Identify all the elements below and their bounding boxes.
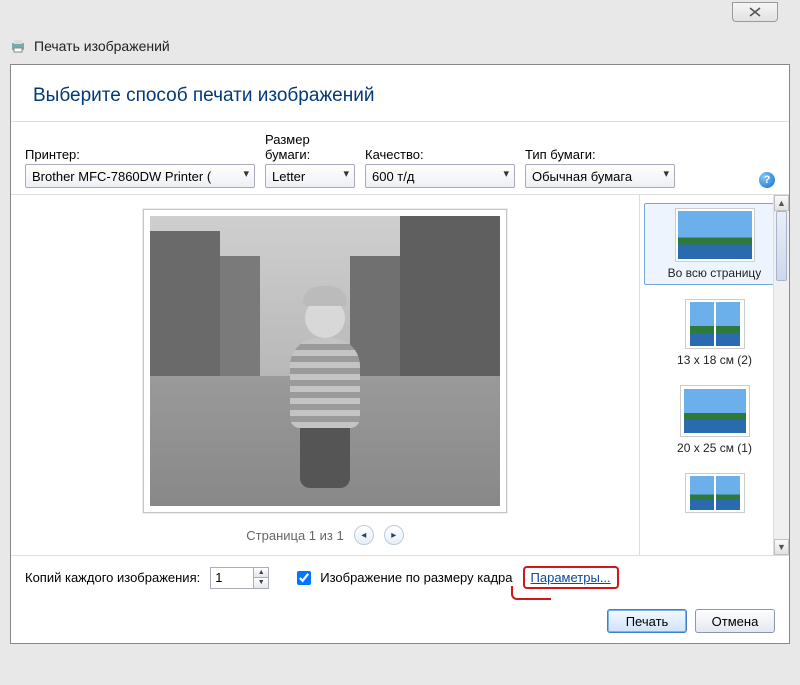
printer-label: Принтер:	[25, 147, 255, 162]
copies-up-button[interactable]: ▲	[254, 568, 268, 578]
close-button[interactable]	[732, 2, 778, 22]
printer-icon	[10, 38, 26, 54]
window-titlebar: Печать изображений	[0, 32, 800, 60]
print-dialog: Выберите способ печати изображений Принт…	[10, 64, 790, 644]
print-button[interactable]: Печать	[607, 609, 687, 633]
window-title: Печать изображений	[34, 38, 170, 54]
printer-select[interactable]: Brother MFC-7860DW Printer (	[25, 164, 255, 188]
layout-item-20x25[interactable]: 20 x 25 см (1)	[644, 381, 785, 459]
layout-list: Во всю страницу 13 x 18 см (2) 20 x 25 с…	[639, 195, 789, 555]
cancel-button[interactable]: Отмена	[695, 609, 775, 633]
paper-type-select[interactable]: Обычная бумага	[525, 164, 675, 188]
page-indicator: Страница 1 из 1	[246, 528, 343, 543]
layout-item-13x18[interactable]: 13 x 18 см (2)	[644, 295, 785, 371]
fit-label: Изображение по размеру кадра	[320, 570, 512, 585]
scroll-up-button[interactable]: ▲	[774, 195, 789, 211]
dialog-title: Выберите способ печати изображений	[33, 85, 767, 107]
preview-image	[150, 216, 500, 506]
layout-label: Во всю страницу	[645, 266, 784, 280]
copies-down-button[interactable]: ▼	[254, 578, 268, 588]
prev-page-button[interactable]: ◂	[354, 525, 374, 545]
options-link[interactable]: Параметры...	[531, 570, 611, 585]
paper-size-label: Размер бумаги:	[265, 132, 355, 162]
quality-label: Качество:	[365, 147, 515, 162]
layout-item-partial[interactable]	[644, 469, 785, 521]
scroll-down-button[interactable]: ▼	[774, 539, 789, 555]
dialog-header: Выберите способ печати изображений	[11, 65, 789, 122]
paper-type-label: Тип бумаги:	[525, 147, 675, 162]
copies-label: Копий каждого изображения:	[25, 570, 200, 585]
next-page-button[interactable]: ▸	[384, 525, 404, 545]
scroll-thumb[interactable]	[776, 211, 787, 281]
paper-size-select[interactable]: Letter	[265, 164, 355, 188]
layout-label: 20 x 25 см (1)	[644, 441, 785, 455]
layout-item-full-page[interactable]: Во всю страницу	[644, 203, 785, 285]
fit-checkbox[interactable]	[297, 571, 311, 585]
layout-label: 13 x 18 см (2)	[644, 353, 785, 367]
preview-pane: Страница 1 из 1 ◂ ▸	[11, 195, 639, 555]
help-icon[interactable]: ?	[759, 172, 775, 188]
copies-input[interactable]	[211, 568, 253, 588]
options-row: Принтер: Brother MFC-7860DW Printer ( Ра…	[11, 122, 789, 195]
layout-scrollbar[interactable]: ▲ ▼	[773, 195, 789, 555]
preview-frame	[143, 209, 507, 513]
quality-select[interactable]: 600 т/д	[365, 164, 515, 188]
copies-spinner[interactable]: ▲ ▼	[210, 567, 269, 589]
